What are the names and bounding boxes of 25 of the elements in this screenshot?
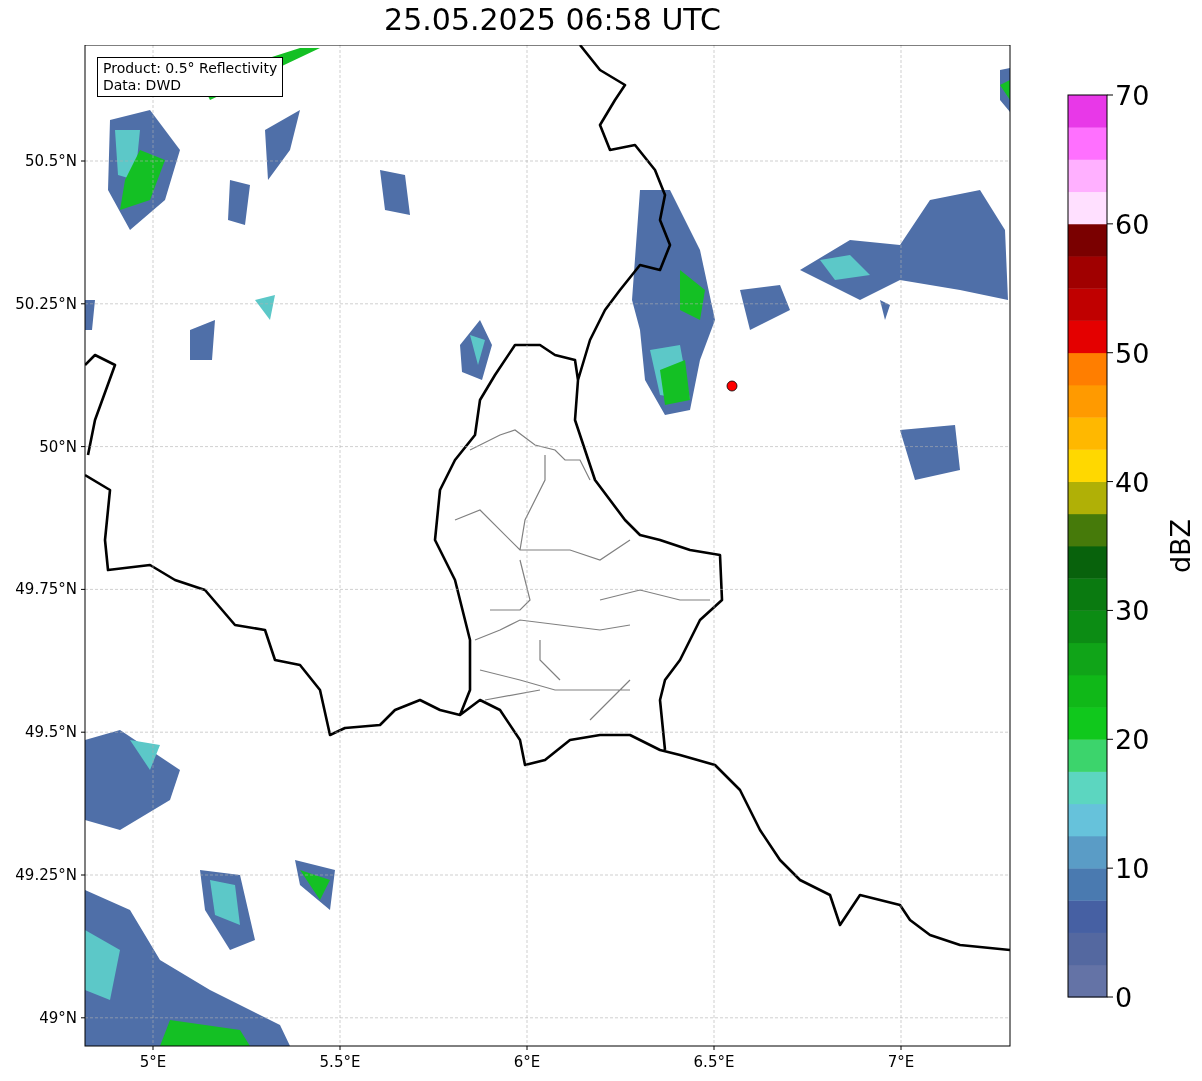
latitude-label: 50°N <box>39 437 77 456</box>
longitude-label: 6.5°E <box>693 1053 735 1071</box>
longitude-label: 5.5°E <box>319 1053 361 1071</box>
colorbar-tick-label: 0 <box>1115 982 1133 1013</box>
latitude-label: 49°N <box>39 1008 77 1027</box>
colorbar-tick-label: 20 <box>1115 724 1150 756</box>
colorbar-tick-label: 60 <box>1115 208 1150 240</box>
colorbar-tick-label: 30 <box>1115 595 1150 627</box>
location-marker <box>726 380 738 392</box>
chart-title: 25.05.2025 06:58 UTC <box>384 1 721 39</box>
latitude-label: 50.25°N <box>15 294 77 313</box>
longitude-label: 7°E <box>887 1053 915 1071</box>
legend-text: Data: DWD <box>103 77 182 94</box>
latitude-label: 49.75°N <box>15 580 77 599</box>
colorbar-label: dBZ <box>1165 518 1196 574</box>
colorbar-tick-label: 70 <box>1115 80 1150 111</box>
latitude-label: 50.5°N <box>24 152 77 170</box>
longitude-label: 5°E <box>139 1053 167 1071</box>
longitude-label: 6°E <box>513 1053 541 1071</box>
colorbar-tick-label: 10 <box>1115 853 1150 885</box>
latitude-label: 49.5°N <box>24 723 77 742</box>
colorbar-tick-label: 40 <box>1115 466 1150 498</box>
latitude-label: 49.25°N <box>15 866 77 884</box>
legend-text: Product: 0.5° Reflectivity <box>103 60 278 77</box>
colorbar-tick-label: 50 <box>1115 337 1150 369</box>
